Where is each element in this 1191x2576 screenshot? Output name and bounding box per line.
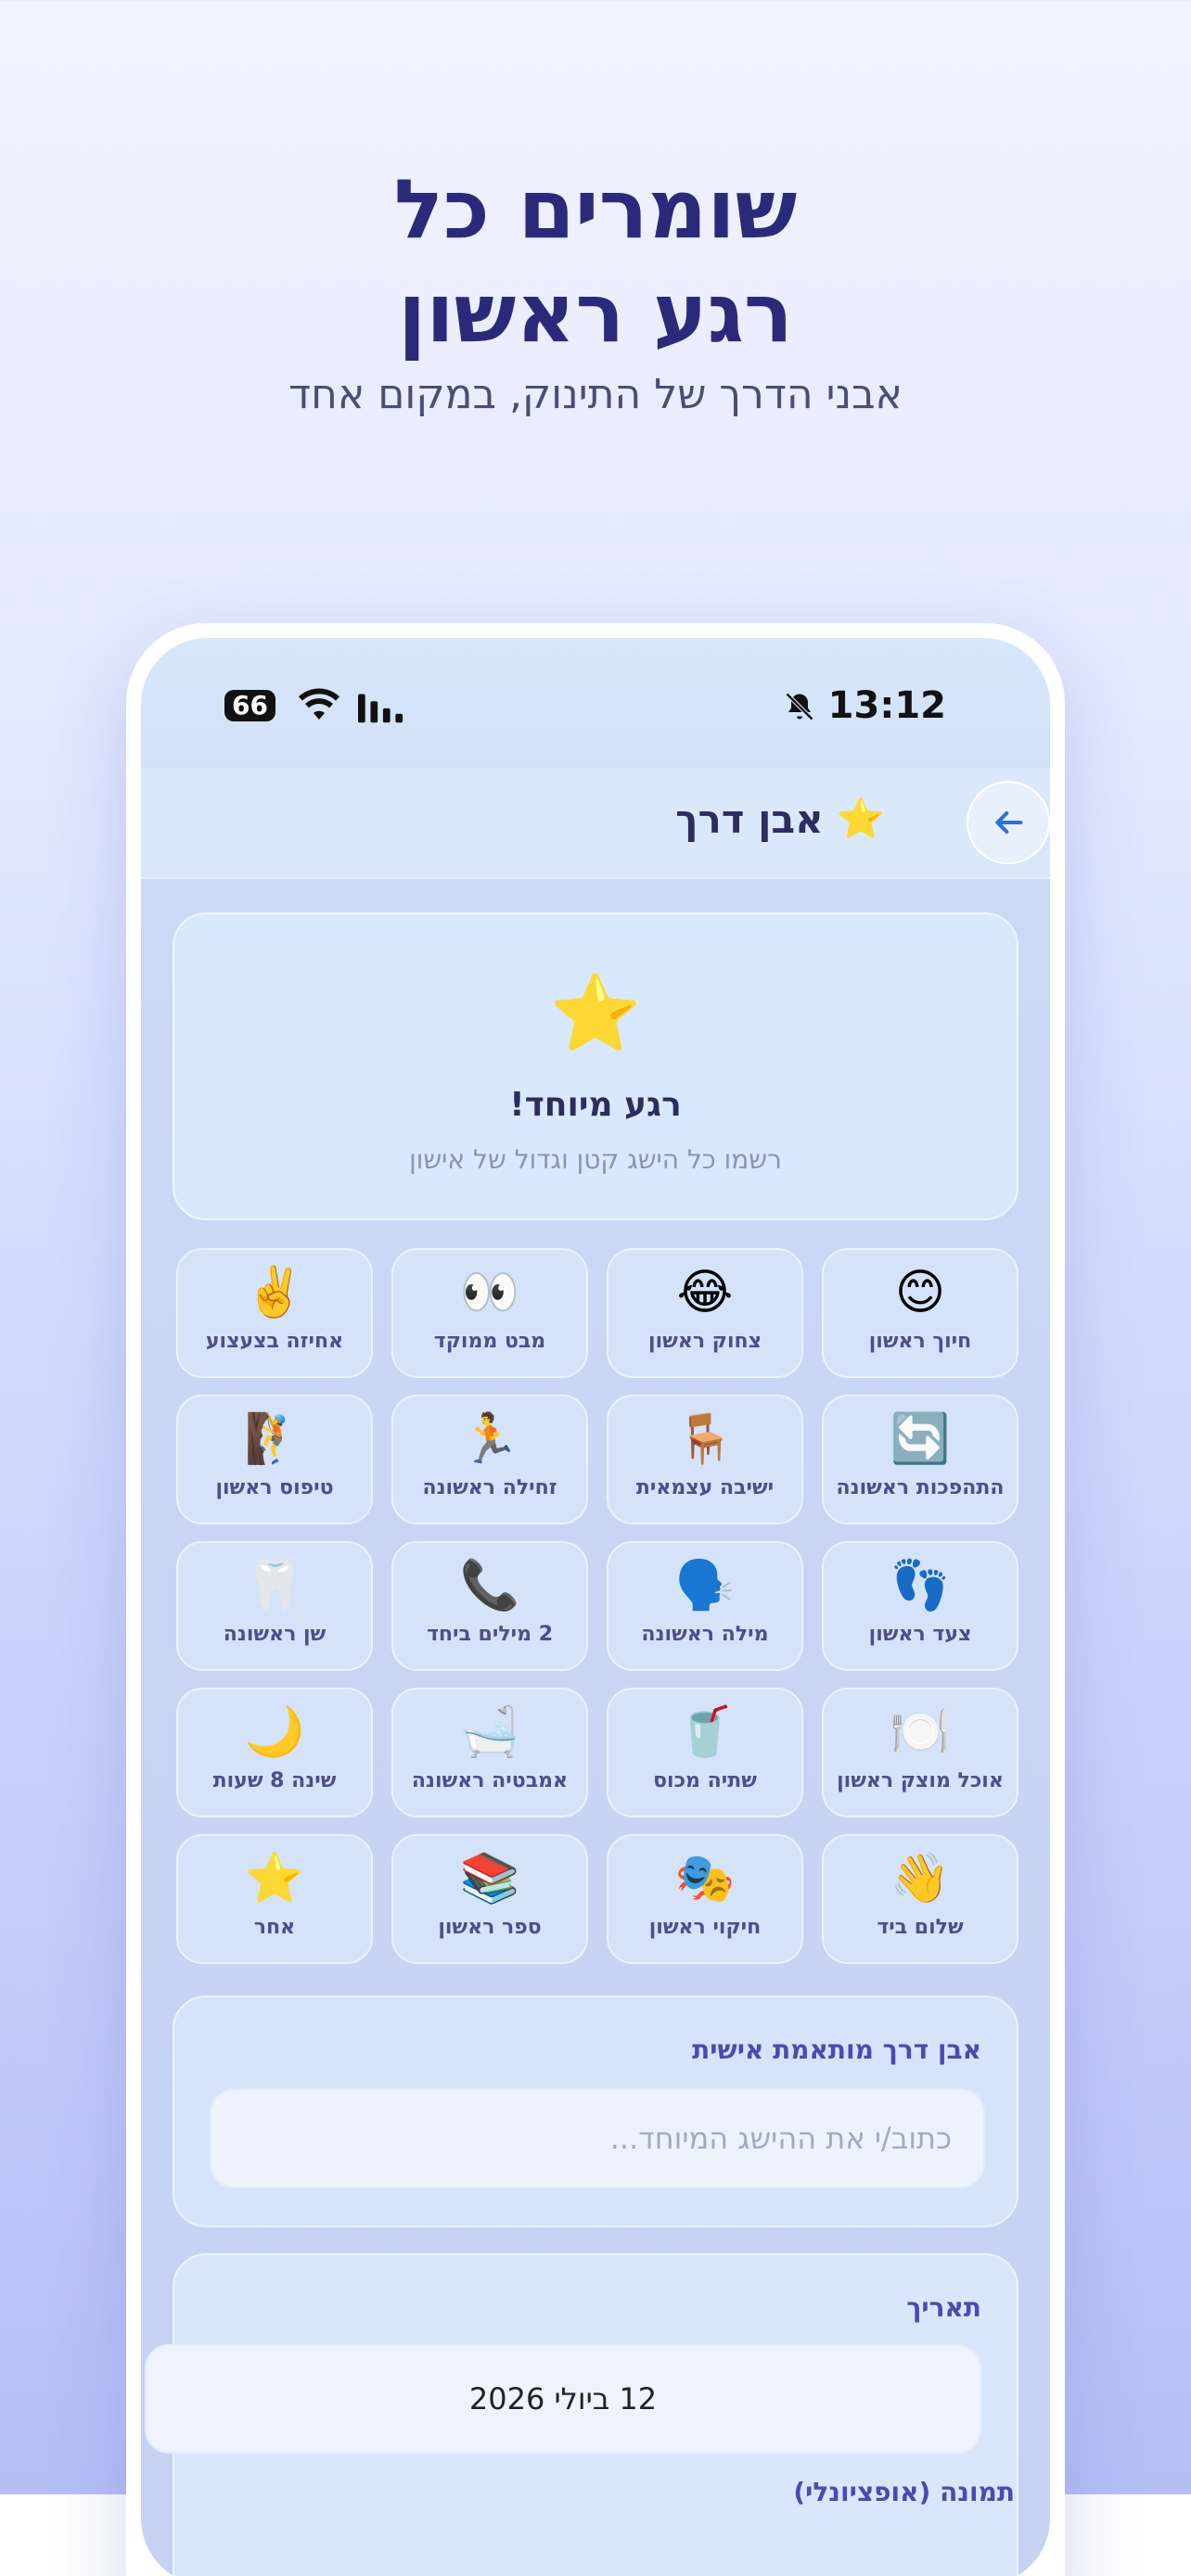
hero-subtitle: רשמו כל הישג קטן וגדול של אישון [409,1144,782,1175]
moon-icon: 🌙 [244,1704,305,1760]
milestone-label: אחר [253,1916,296,1939]
milestone-label: צעד ראשון [868,1623,972,1646]
custom-milestone-input[interactable]: כתוב/י את ההישג המיוחד... [210,2088,985,2188]
wifi-icon [299,688,339,720]
milestone-tile[interactable]: 👀 מבט ממוקד [391,1248,588,1378]
milestone-label: ישיבה עצמאית [635,1476,775,1499]
milestone-tile[interactable]: 🎭 חיקוי ראשון [607,1834,803,1964]
climbing-person-icon: 🧗 [244,1411,305,1467]
milestone-label: אוכל מוצק ראשון [837,1769,1004,1792]
milestone-tile[interactable]: 📞 2 מילים ביחד [391,1541,588,1671]
milestone-label: שתיה מכוס [653,1769,757,1792]
milestone-label: טיפוס ראשון [215,1476,334,1499]
star-icon: ⭐ [549,970,642,1056]
eyes-icon: 👀 [459,1265,520,1320]
date-label: תאריך [906,2292,981,2323]
custom-milestone-card: אבן דרך מותאמת אישית כתוב/י את ההישג המי… [173,1996,1018,2227]
page-title: ⭐ אבן דרך [675,796,885,842]
victory-hand-icon: ✌️ [244,1265,305,1320]
footprints-icon: 👣 [890,1558,951,1613]
running-person-icon: 🏃 [459,1411,520,1467]
promo-headline-line1: שומרים כל [393,161,798,257]
page-title-text: אבן דרך [675,796,824,842]
status-bar: 13:12 66 [141,638,1050,777]
milestone-label: חיקוי ראשון [648,1916,762,1939]
milestone-tile[interactable]: 😂 צחוק ראשון [607,1248,803,1378]
hero-title: רגע מיוחד! [509,1086,682,1124]
milestone-label: 2 מילים ביחד [426,1623,554,1646]
milestone-tile[interactable]: 👣 צעד ראשון [822,1541,1018,1671]
milestone-label: צחוק ראשון [648,1330,762,1353]
milestone-label: ספר ראשון [438,1916,542,1939]
milestone-tile[interactable]: 🗣️ מילה ראשונה [607,1541,803,1671]
rotate-icon: 🔄 [890,1411,951,1467]
bell-muted-icon [785,692,814,721]
milestone-tile[interactable]: 🪑 ישיבה עצמאית [607,1395,803,1524]
promo-subheadline: אבני הדרך של התינוק, במקום אחד [288,371,903,418]
hero-card: ⭐ רגע מיוחד! רשמו כל הישג קטן וגדול של א… [173,912,1018,1220]
milestone-tile[interactable]: 🍽️ אוכל מוצק ראשון [822,1688,1018,1817]
milestone-tile[interactable]: 👋 שלום ביד [822,1834,1018,1964]
milestone-tile[interactable]: ⭐ אחר [176,1834,373,1964]
milestone-label: מילה ראשונה [641,1623,769,1646]
milestone-label: שן ראשונה [223,1623,327,1646]
milestone-label: זחילה ראשונה [422,1476,557,1499]
promo-headline: שומרים כל רגע ראשון [0,158,1191,365]
waving-hand-icon: 👋 [890,1851,951,1906]
arrow-left-icon [995,811,1023,834]
battery-indicator: 66 [224,690,275,721]
star-icon: ⭐ [244,1851,305,1906]
milestone-tile[interactable]: ✌️ אחיזה בצעצוע [176,1248,373,1378]
milestone-grid: 😊 חיוך ראשון 😂 צחוק ראשון 👀 מבט ממוקד ✌️ אחי… [173,1248,1018,1964]
milestone-tile[interactable]: 🌙 שינה 8 שעות [176,1688,373,1817]
chair-icon: 🪑 [674,1411,736,1467]
milestone-tile[interactable]: 📚 ספר ראשון [391,1834,588,1964]
back-button[interactable] [967,781,1050,864]
milestone-tile[interactable]: 🥤 שתיה מכוס [607,1688,803,1817]
milestone-label: אמבטיה ראשונה [411,1769,569,1792]
milestone-tile[interactable]: 🛁 אמבטיה ראשונה [391,1688,588,1817]
books-icon: 📚 [459,1851,520,1906]
milestone-label: התהפכות ראשונה [836,1476,1005,1499]
bathtub-icon: 🛁 [459,1704,520,1760]
app-bar: ⭐ אבן דרך [141,768,1050,879]
plate-icon: 🍽️ [890,1704,951,1760]
cup-icon: 🥤 [674,1704,736,1760]
tooth-icon: 🦷 [244,1558,305,1613]
custom-milestone-label: אבן דרך מותאמת אישית [692,2034,981,2065]
phone-frame: 13:12 66 ⭐ אבן דרך ⭐ רגע מיוחד! רשמו כל … [126,623,1065,2576]
phone-icon: 📞 [459,1558,520,1613]
star-icon: ⭐ [836,796,885,841]
masks-icon: 🎭 [674,1851,736,1906]
milestone-tile[interactable]: 🧗 טיפוס ראשון [176,1395,373,1524]
signal-bars-icon [358,694,403,723]
milestone-tile[interactable]: 🦷 שן ראשונה [176,1541,373,1671]
phone-screen: 13:12 66 ⭐ אבן דרך ⭐ רגע מיוחד! רשמו כל … [141,638,1050,2576]
milestone-label: מבט ממוקד [433,1330,546,1353]
milestone-tile[interactable]: 🔄 התהפכות ראשונה [822,1395,1018,1524]
milestone-tile[interactable]: 😊 חיוך ראשון [822,1248,1018,1378]
speaking-head-icon: 🗣️ [674,1558,736,1613]
date-picker-field[interactable]: 12 ביולי 2026 [145,2344,981,2454]
milestone-label: שלום ביד [877,1916,964,1939]
milestone-label: אחיזה בצעצוע [205,1330,344,1353]
status-time: 13:12 [827,684,946,727]
milestone-label: שינה 8 שעות [212,1769,337,1792]
milestone-label: חיוך ראשון [868,1330,972,1353]
laugh-icon: 😂 [676,1265,734,1320]
smile-icon: 😊 [894,1265,946,1320]
promo-headline-line2: רגע ראשון [398,265,793,361]
photo-section-label: תמונה (אופציונלי) [793,2477,1015,2507]
milestone-tile[interactable]: 🏃 זחילה ראשונה [391,1395,588,1524]
